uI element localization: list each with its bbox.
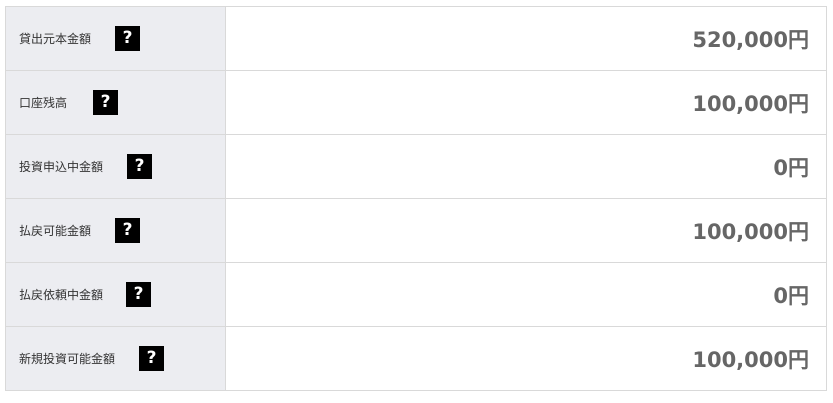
value-cell: 100,000円 bbox=[225, 198, 827, 263]
row-value-withdrawal-requested: 0円 bbox=[773, 283, 809, 308]
question-mark-icon[interactable]: ? bbox=[139, 346, 165, 371]
question-mark-icon[interactable]: ? bbox=[115, 218, 141, 243]
label-cell: 投資申込中金額 ? bbox=[5, 134, 226, 199]
row-label-account-balance: 口座残高 bbox=[19, 96, 68, 110]
label-cell: 新規投資可能金額 ? bbox=[5, 326, 226, 391]
question-mark-icon[interactable]: ? bbox=[115, 26, 141, 51]
value-cell: 0円 bbox=[225, 134, 827, 199]
table-row: 新規投資可能金額 ? 100,000円 bbox=[5, 326, 827, 391]
row-value-withdrawable: 100,000円 bbox=[692, 219, 809, 244]
row-value-investment-pending: 0円 bbox=[773, 155, 809, 180]
question-mark-icon[interactable]: ? bbox=[93, 90, 119, 115]
row-label-withdrawal-requested: 払戻依頼中金額 bbox=[19, 288, 104, 302]
label-cell: 払戻依頼中金額 ? bbox=[5, 262, 226, 327]
account-summary-table: 貸出元本金額 ? 520,000円 口座残高 ? 100,000円 投資申込中金… bbox=[5, 6, 827, 391]
value-cell: 100,000円 bbox=[225, 326, 827, 391]
row-label-withdrawable: 払戻可能金額 bbox=[19, 224, 92, 238]
label-cell: 貸出元本金額 ? bbox=[5, 6, 226, 71]
table-row: 投資申込中金額 ? 0円 bbox=[5, 134, 827, 199]
table-row: 払戻可能金額 ? 100,000円 bbox=[5, 198, 827, 263]
table-row: 払戻依頼中金額 ? 0円 bbox=[5, 262, 827, 327]
row-value-account-balance: 100,000円 bbox=[692, 91, 809, 116]
question-mark-icon[interactable]: ? bbox=[126, 282, 152, 307]
row-label-new-investment-available: 新規投資可能金額 bbox=[19, 352, 116, 366]
row-value-new-investment-available: 100,000円 bbox=[692, 347, 809, 372]
value-cell: 520,000円 bbox=[225, 6, 827, 71]
table-row: 口座残高 ? 100,000円 bbox=[5, 70, 827, 135]
label-cell: 払戻可能金額 ? bbox=[5, 198, 226, 263]
value-cell: 0円 bbox=[225, 262, 827, 327]
label-cell: 口座残高 ? bbox=[5, 70, 226, 135]
question-mark-icon[interactable]: ? bbox=[127, 154, 153, 179]
row-label-investment-pending: 投資申込中金額 bbox=[19, 160, 104, 174]
table-row: 貸出元本金額 ? 520,000円 bbox=[5, 6, 827, 71]
row-value-loan-principal: 520,000円 bbox=[692, 27, 809, 52]
row-label-loan-principal: 貸出元本金額 bbox=[19, 32, 92, 46]
value-cell: 100,000円 bbox=[225, 70, 827, 135]
